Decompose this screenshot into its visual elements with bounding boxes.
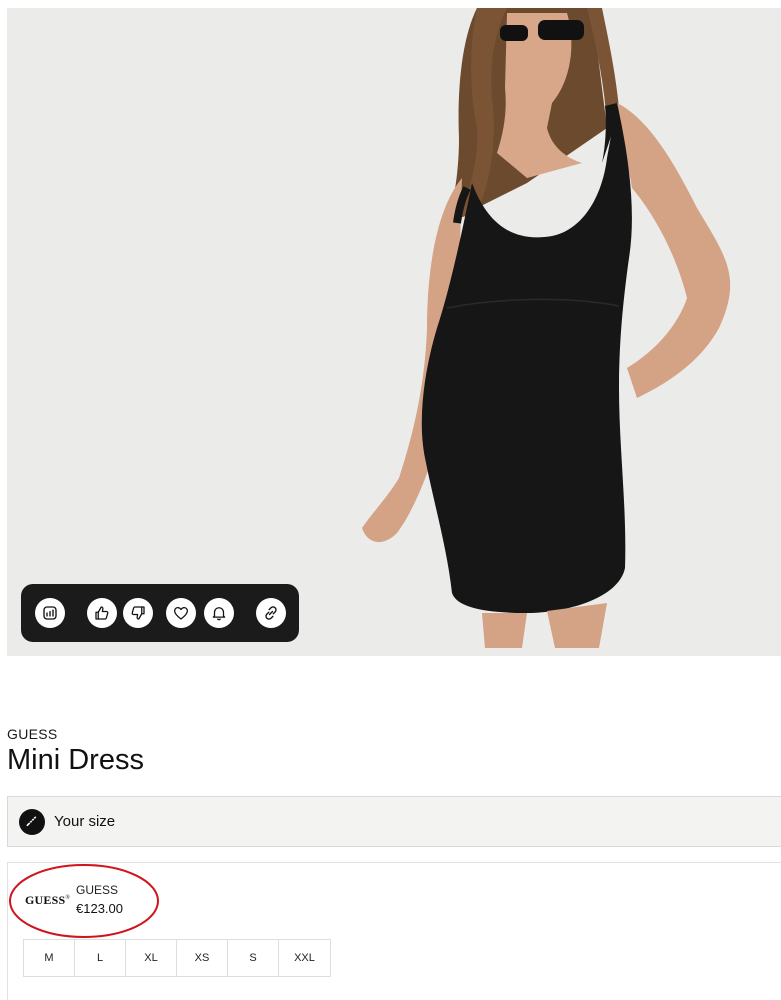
seller-logo: GUESS® [25,893,71,907]
bell-icon [212,607,226,621]
offer-brand: GUESS [76,883,119,897]
your-size-button[interactable]: Your size [7,796,781,847]
your-size-label: Your size [54,813,116,830]
offer-price: €123.00 [76,901,123,916]
size-option-m[interactable]: M [24,940,75,976]
thumbs-down-icon [131,606,145,620]
size-option-s[interactable]: S [228,940,279,976]
size-options: M L XL XS S XXL [23,939,331,977]
product-action-bar [21,584,299,642]
favorite-button[interactable] [166,598,196,628]
link-icon [265,606,277,620]
heart-icon [173,606,189,620]
product-title: Mini Dress [7,744,144,776]
thumbs-down-button[interactable] [123,598,153,628]
size-option-xs[interactable]: XS [177,940,228,976]
product-image [7,8,781,656]
notify-button[interactable] [204,598,234,628]
chart-icon [43,606,57,620]
size-option-xxl[interactable]: XXL [279,940,330,976]
chart-button[interactable] [35,598,65,628]
model-photo [362,8,731,648]
size-option-l[interactable]: L [75,940,126,976]
seller-offer[interactable]: GUESS® GUESS €123.00 M L XL XS S XXL [7,862,781,1000]
ruler-icon [19,808,45,835]
product-brand[interactable]: GUESS [7,726,58,742]
size-option-xl[interactable]: XL [126,940,177,976]
thumbs-up-icon [95,606,109,620]
thumbs-up-button[interactable] [87,598,117,628]
copy-link-button[interactable] [256,598,286,628]
